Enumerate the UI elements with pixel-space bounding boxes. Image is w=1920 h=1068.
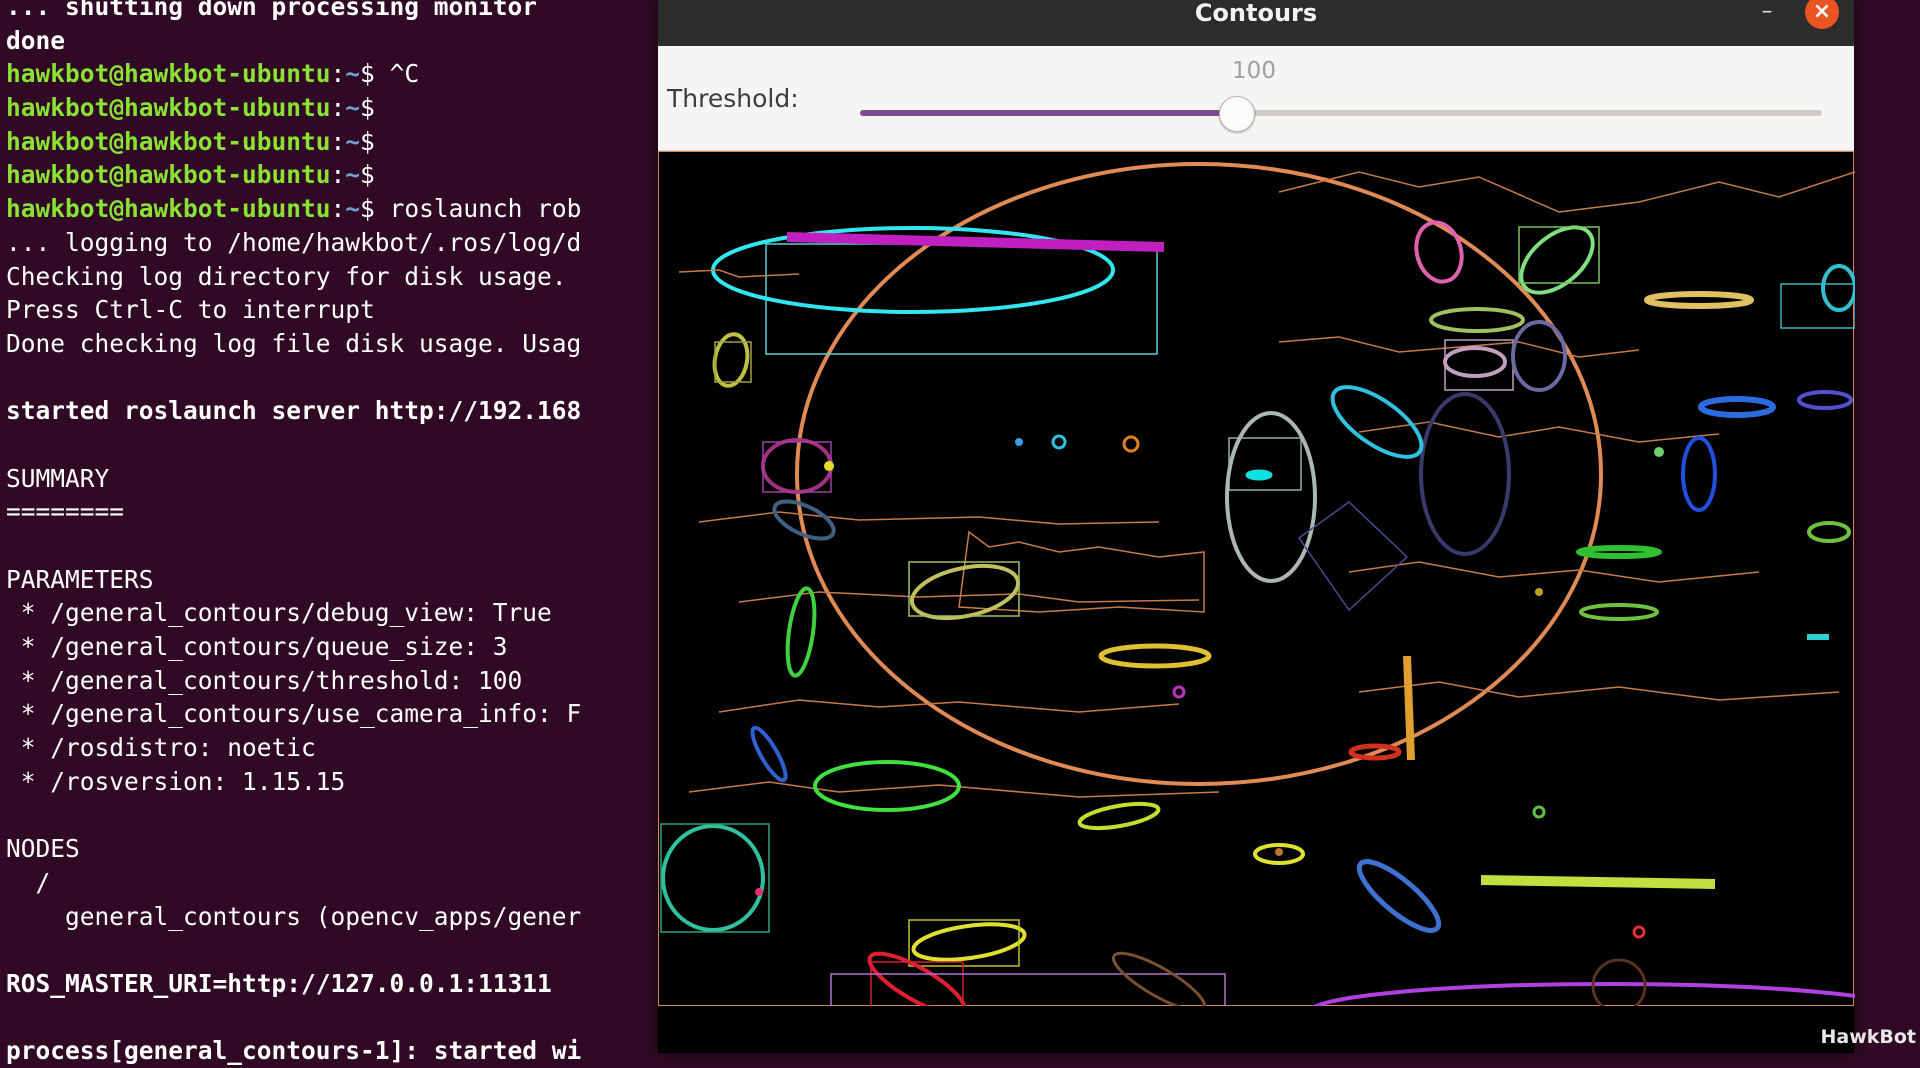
prompt-path: ~ — [345, 194, 361, 224]
terminal-text: ... shutting down processing monitor — [6, 0, 538, 21]
terminal-text: general_contours (opencv_apps/gener — [6, 901, 582, 931]
prompt-dollar: $ — [360, 126, 375, 156]
terminal-line: * /rosversion: 1.15.15 — [6, 765, 581, 799]
terminal-line: NODES — [6, 832, 581, 866]
terminal-line: / — [6, 866, 581, 900]
terminal-text: ROS_MASTER_URI=http://127.0.0.1:11311 — [6, 968, 552, 998]
terminal-text: NODES — [6, 834, 80, 864]
terminal-line: PARAMETERS — [6, 563, 581, 597]
terminal-line: ======== — [6, 495, 581, 529]
terminal-text: ======== — [6, 497, 125, 527]
terminal-text: / — [6, 867, 51, 897]
terminal-text: * /general_contours/threshold: 100 — [6, 665, 523, 695]
prompt-user: hawkbot@hawkbot-ubuntu — [6, 160, 331, 190]
minimize-button[interactable]: – — [1752, 0, 1782, 28]
terminal-line: SUMMARY — [6, 462, 581, 496]
terminal-line: Press Ctrl-C to interrupt — [6, 293, 581, 327]
terminal-line: ROS_MASTER_URI=http://127.0.0.1:11311 — [6, 967, 581, 1001]
terminal-line: done — [6, 24, 581, 58]
threshold-toolbar: Threshold: 100 — [658, 46, 1854, 152]
threshold-label: Threshold: — [667, 84, 799, 113]
terminal-line: hawkbot@hawkbot-ubuntu:~$ roslaunch rob — [6, 192, 581, 226]
prompt-user: hawkbot@hawkbot-ubuntu — [6, 126, 331, 156]
contours-window[interactable]: Contours – × Threshold: 100 — [658, 0, 1855, 1053]
terminal-line: ... shutting down processing monitor — [6, 0, 581, 24]
terminal-line: Checking log directory for disk usage. — [6, 260, 581, 294]
terminal-line: * /general_contours/debug_view: True — [6, 596, 581, 630]
title-bar[interactable]: Contours – × — [658, 0, 1854, 46]
prompt-path: ~ — [345, 126, 361, 156]
prompt-dollar: $ — [360, 194, 375, 224]
prompt-path: ~ — [345, 59, 361, 89]
terminal-line: started roslaunch server http://192.168 — [6, 394, 581, 428]
prompt-command: roslaunch rob — [374, 194, 582, 224]
prompt-path: ~ — [345, 160, 361, 190]
prompt-user: hawkbot@hawkbot-ubuntu — [6, 194, 331, 224]
terminal-text: * /rosdistro: noetic — [6, 733, 316, 763]
terminal-line: * /rosdistro: noetic — [6, 731, 581, 765]
contours-image — [658, 151, 1855, 1007]
terminal-text: * /rosversion: 1.15.15 — [6, 766, 346, 796]
terminal-text: * /general_contours/use_camera_info: F — [6, 699, 582, 729]
terminal-text: * /general_contours/queue_size: 3 — [6, 632, 508, 662]
prompt-user: hawkbot@hawkbot-ubuntu — [6, 93, 331, 123]
threshold-slider[interactable] — [860, 110, 1822, 116]
terminal-text: process[general_contours-1]: started wi — [6, 1036, 582, 1066]
terminal-line: general_contours (opencv_apps/gener — [6, 900, 581, 934]
terminal-line: hawkbot@hawkbot-ubuntu:~$ — [6, 125, 581, 159]
terminal-line: * /general_contours/threshold: 100 — [6, 664, 581, 698]
terminal-output: ... shutting down processing monitor done… — [6, 0, 581, 1068]
terminal-line: * /general_contours/queue_size: 3 — [6, 630, 581, 664]
prompt-dollar: $ — [360, 93, 375, 123]
window-title: Contours — [1194, 0, 1318, 27]
prompt-dollar: $ — [360, 59, 375, 89]
terminal-line: hawkbot@hawkbot-ubuntu:~$ ^C — [6, 57, 581, 91]
threshold-slider-fill — [860, 110, 1238, 116]
close-icon: × — [1812, 0, 1832, 24]
threshold-value: 100 — [1232, 58, 1276, 84]
threshold-slider-handle[interactable] — [1219, 96, 1256, 132]
terminal-text: ... logging to /home/hawkbot/.ros/log/d — [6, 227, 582, 257]
image-bottom-strip — [658, 1006, 1854, 1053]
prompt-separator: : — [330, 126, 346, 156]
terminal-text: Press Ctrl-C to interrupt — [6, 295, 375, 325]
terminal-text: started roslaunch server http://192.168 — [6, 396, 582, 426]
terminal-text: Done checking log file disk usage. Usag — [6, 328, 582, 358]
terminal-line: hawkbot@hawkbot-ubuntu:~$ — [6, 91, 581, 125]
terminal-line: process[general_contours-1]: started wi — [6, 1034, 581, 1068]
minimize-icon: – — [1761, 0, 1773, 24]
prompt-separator: : — [330, 59, 346, 89]
terminal-text: * /general_contours/debug_view: True — [6, 598, 552, 628]
prompt-dollar: $ — [360, 160, 375, 190]
terminal-line: ... logging to /home/hawkbot/.ros/log/d — [6, 226, 581, 260]
terminal-line: hawkbot@hawkbot-ubuntu:~$ — [6, 158, 581, 192]
prompt-separator: : — [330, 160, 346, 190]
watermark: HawkBot — [1820, 1026, 1916, 1048]
terminal-text: done — [6, 25, 66, 55]
prompt-separator: : — [330, 93, 346, 123]
terminal-text: PARAMETERS — [6, 564, 154, 594]
terminal-text: SUMMARY — [6, 463, 110, 493]
prompt-separator: : — [330, 194, 346, 224]
terminal-line: * /general_contours/use_camera_info: F — [6, 697, 582, 731]
prompt-path: ~ — [345, 93, 361, 123]
terminal-text: Checking log directory for disk usage. — [6, 261, 567, 291]
terminal-line: Done checking log file disk usage. Usag — [6, 327, 581, 361]
prompt-command: ^C — [374, 59, 420, 89]
prompt-user: hawkbot@hawkbot-ubuntu — [6, 59, 331, 89]
